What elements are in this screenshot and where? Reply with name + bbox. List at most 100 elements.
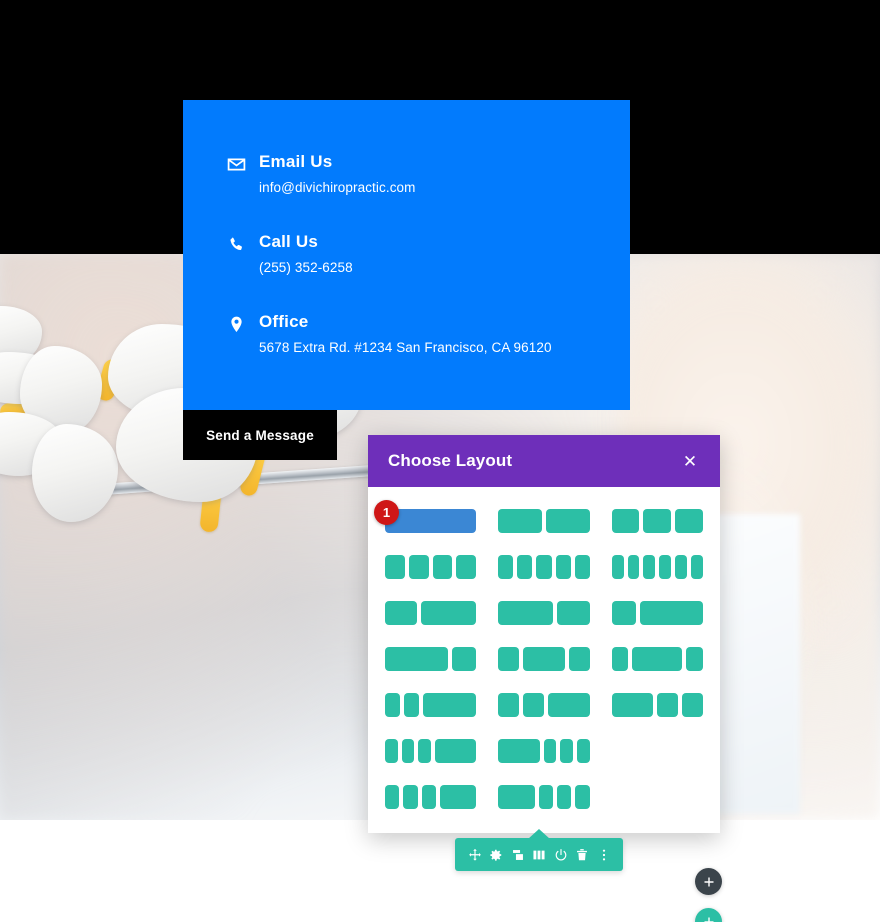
- layout-column-block: [543, 739, 557, 763]
- layout-column-block: [574, 555, 590, 579]
- layout-option-3-col-equal[interactable]: [611, 509, 703, 533]
- plus-icon: [704, 877, 713, 886]
- map-pin-icon: [225, 313, 247, 335]
- layout-option-1-4-1-2-1-4[interactable]: [498, 647, 590, 671]
- contact-item-value: info@divichiropractic.com: [259, 180, 416, 195]
- layout-preview: [498, 647, 590, 671]
- columns-icon[interactable]: [531, 846, 548, 863]
- layout-preview: [385, 601, 477, 625]
- layout-column-block: [568, 647, 590, 671]
- close-icon[interactable]: ✕: [680, 453, 700, 470]
- layout-preview: [611, 647, 703, 671]
- layout-column-block: [421, 601, 477, 625]
- contact-item-title: Office: [259, 312, 309, 331]
- layout-column-block: [418, 739, 432, 763]
- trash-icon[interactable]: [574, 846, 591, 863]
- layout-preview: [385, 785, 477, 809]
- layout-column-block: [560, 739, 573, 763]
- layout-column-block: [404, 693, 419, 717]
- contact-item-value: 5678 Extra Rd. #1234 San Francisco, CA 9…: [259, 340, 552, 355]
- layout-column-block: [498, 785, 535, 809]
- layout-preview: [498, 509, 590, 533]
- layout-option-1-4-1-4-1-2[interactable]: [498, 693, 590, 717]
- layout-column-block: [691, 555, 703, 579]
- layout-column-block: [611, 601, 637, 625]
- layout-column-block: [657, 693, 679, 717]
- gear-icon[interactable]: [488, 846, 505, 863]
- layout-option-2-3-1-3[interactable]: [498, 601, 590, 625]
- selected-layout-badge: 1: [374, 500, 399, 525]
- layout-column-block: [611, 555, 624, 579]
- layout-option-1-6-1-6-2-3[interactable]: [385, 693, 477, 717]
- layout-option-2-col-equal[interactable]: [498, 509, 590, 533]
- layout-column-block: [557, 785, 572, 809]
- layout-option-1-col[interactable]: 1: [374, 500, 477, 533]
- layout-option-5-col-equal[interactable]: [498, 555, 590, 579]
- layout-column-block: [421, 785, 436, 809]
- layout-column-block: [675, 555, 688, 579]
- layout-column-block: [659, 555, 672, 579]
- layout-preview: [385, 647, 477, 671]
- move-icon[interactable]: [466, 846, 483, 863]
- contact-info-card: Email Us info@divichiropractic.com Call …: [183, 100, 630, 410]
- layout-column-block: [547, 693, 590, 717]
- add-row-button[interactable]: [695, 868, 722, 895]
- layout-column-block: [517, 555, 533, 579]
- layout-column-block: [611, 647, 629, 671]
- layout-option-1-6-1-6-1-6-1-2[interactable]: [385, 739, 477, 763]
- layout-option-3-4-1-4[interactable]: [385, 647, 477, 671]
- layout-column-block: [498, 601, 554, 625]
- choose-layout-modal: Choose Layout ✕ 1: [368, 435, 720, 833]
- bottom-white-area: [0, 820, 880, 922]
- layout-option-1-2-1-6-1-6-1-6[interactable]: [498, 739, 590, 763]
- layout-column-block: [456, 555, 477, 579]
- layout-preview: [385, 739, 477, 763]
- layout-column-block: [435, 739, 477, 763]
- layout-column-block: [555, 555, 571, 579]
- layout-option-1-2-1-4-1-4[interactable]: [611, 693, 704, 717]
- layout-option-1-5-3-5-1-5[interactable]: [611, 647, 703, 671]
- layout-column-block: [498, 555, 514, 579]
- phone-icon: [225, 233, 247, 255]
- layout-column-block: [523, 647, 565, 671]
- layout-option-1-5-1-5-1-5-2-5[interactable]: [385, 785, 477, 809]
- layout-column-block: [640, 601, 703, 625]
- page-root: Email Us info@divichiropractic.com Call …: [0, 0, 880, 922]
- layout-column-block: [575, 785, 590, 809]
- send-a-message-button[interactable]: Send a Message: [183, 410, 337, 460]
- layout-column-block: [686, 647, 703, 671]
- layout-column-block: [557, 601, 590, 625]
- duplicate-icon[interactable]: [509, 846, 526, 863]
- layout-option-blank[interactable]: [612, 739, 703, 763]
- layout-option-1-3-2-3[interactable]: [385, 601, 477, 625]
- layout-column-block: [643, 509, 672, 533]
- layout-column-block: [432, 555, 453, 579]
- layout-options-grid: 1: [374, 500, 704, 809]
- layout-preview: [611, 693, 704, 717]
- layout-column-block: [643, 555, 656, 579]
- layout-preview: [498, 601, 590, 625]
- layout-column-block: [385, 647, 448, 671]
- layout-column-block: [611, 693, 654, 717]
- layout-preview: [612, 739, 703, 763]
- modal-title: Choose Layout: [388, 451, 513, 470]
- layout-preview: [385, 693, 477, 717]
- layout-preview: [498, 785, 590, 809]
- more-icon[interactable]: [595, 846, 612, 863]
- layout-preview: [385, 555, 477, 579]
- layout-column-block: [401, 739, 415, 763]
- layout-column-block: [627, 555, 640, 579]
- layout-preview: [611, 601, 703, 625]
- power-icon[interactable]: [552, 846, 569, 863]
- layout-option-1-4-3-4[interactable]: [611, 601, 703, 625]
- modal-body: 1: [368, 487, 720, 833]
- divi-row-toolbar[interactable]: [455, 838, 623, 871]
- modal-header: Choose Layout ✕: [368, 435, 720, 487]
- layout-column-block: [498, 647, 520, 671]
- layout-option-2-5-1-5-1-5-1-5[interactable]: [498, 785, 590, 809]
- layout-column-block: [408, 555, 429, 579]
- layout-preview: [611, 509, 703, 533]
- layout-column-block: [546, 509, 590, 533]
- layout-option-6-col-equal[interactable]: [611, 555, 703, 579]
- layout-option-4-col-equal[interactable]: [385, 555, 477, 579]
